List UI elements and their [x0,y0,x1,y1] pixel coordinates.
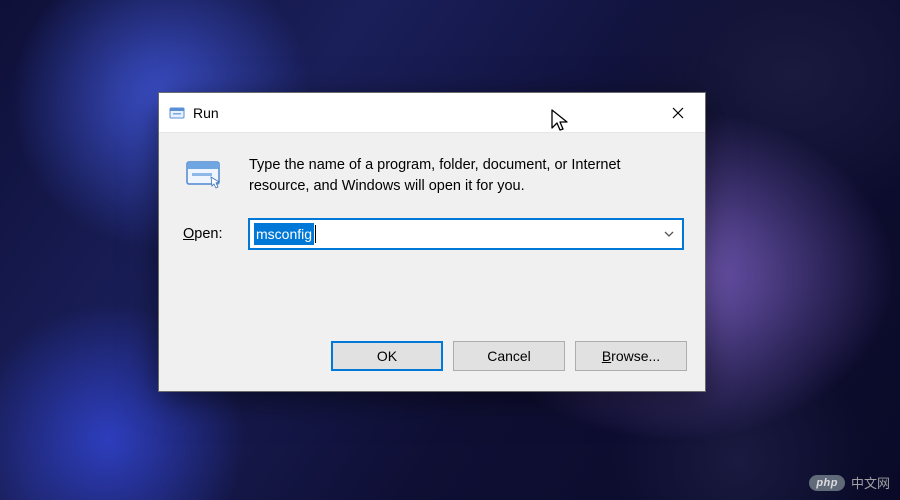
run-dialog-titlebar-icon [169,105,185,121]
close-icon [672,107,684,119]
titlebar: Run [159,93,705,133]
run-dialog: Run Type the name of a program, folder, … [158,92,706,392]
watermark-badge: php [809,475,845,491]
open-input[interactable] [250,220,656,248]
chevron-down-icon [664,231,674,237]
ok-button[interactable]: OK [331,341,443,371]
button-row: OK Cancel Browse... [159,335,705,391]
run-icon [183,153,223,193]
close-button[interactable] [653,94,703,132]
instruction-text: Type the name of a program, folder, docu… [249,153,683,197]
watermark: php 中文网 [809,473,890,492]
watermark-text: 中文网 [851,473,890,492]
open-label: Open: [183,226,239,242]
browse-button[interactable]: Browse... [575,341,687,371]
dialog-content: Type the name of a program, folder, docu… [159,133,705,265]
titlebar-title: Run [193,105,653,121]
open-combobox[interactable]: msconfig [249,219,683,249]
combobox-dropdown-button[interactable] [656,220,682,248]
cancel-button[interactable]: Cancel [453,341,565,371]
